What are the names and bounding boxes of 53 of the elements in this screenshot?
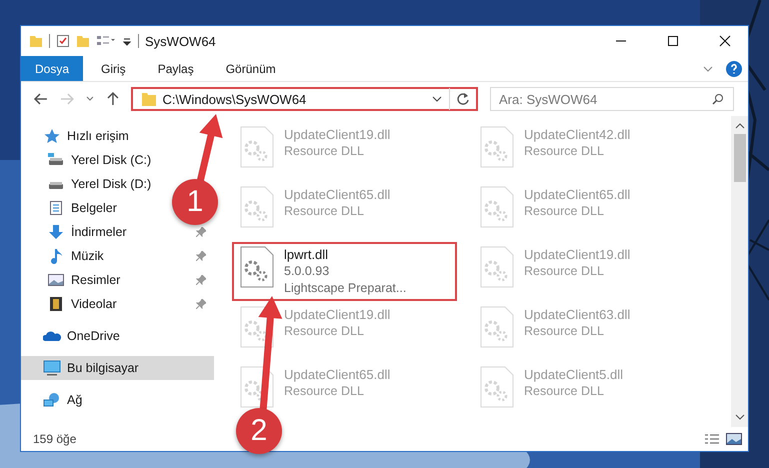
nav-label: İndirmeler	[71, 225, 127, 239]
file-name: UpdateClient65.dll	[284, 186, 390, 203]
file-name: UpdateClient63.dll	[524, 306, 630, 323]
file-detail: Resource DLL	[524, 143, 605, 160]
file-detail: Lightscape Preparat...	[284, 280, 406, 297]
nav-item[interactable]: Belgeler	[21, 196, 123, 220]
search-field[interactable]: Ara: SysWOW64	[490, 87, 734, 111]
file-detail: Resource DLL	[524, 203, 605, 220]
nav-item[interactable]: OneDrive	[21, 324, 126, 348]
file-name: lpwrt.dll	[284, 246, 330, 263]
nav-item[interactable]: Ağ	[21, 388, 88, 412]
nav-label: Belgeler	[71, 201, 117, 215]
window-title: SysWOW64	[145, 34, 216, 48]
ribbon-tab[interactable]: Paylaş	[144, 56, 208, 81]
nav-label: Yerel Disk (C:)	[71, 153, 152, 167]
address-path: C:\Windows\SysWOW64	[162, 92, 308, 106]
nav-label: Yerel Disk (D:)	[71, 177, 152, 191]
file-name: UpdateClient19.dll	[284, 126, 390, 143]
file-detail: Resource DLL	[524, 263, 605, 280]
nav-item[interactable]: Yerel Disk (D:)	[21, 172, 158, 196]
file-detail: Resource DLL	[284, 323, 365, 340]
file-detail: 5.0.0.93	[284, 263, 330, 280]
nav-label: Müzik	[71, 249, 104, 263]
ribbon-tab[interactable]: Giriş	[87, 56, 140, 81]
nav-item[interactable]: Müzik	[21, 244, 110, 268]
nav-label: Bu bilgisayar	[67, 361, 139, 375]
file-detail: Resource DLL	[284, 383, 365, 400]
file-detail: Resource DLL	[284, 143, 365, 160]
nav-label: Resimler	[71, 273, 120, 287]
nav-item[interactable]: Hızlı erişim	[21, 124, 135, 148]
nav-label: Videolar	[71, 297, 117, 311]
file-name: UpdateClient65.dll	[284, 366, 390, 383]
nav-item[interactable]: İndirmeler	[21, 220, 133, 244]
ribbon-tab[interactable]: Dosya	[21, 56, 84, 81]
file-name: UpdateClient42.dll	[524, 126, 630, 143]
file-name: UpdateClient65.dll	[524, 186, 630, 203]
address-bar[interactable]: C:\Windows\SysWOW64	[130, 87, 478, 111]
file-name: UpdateClient19.dll	[524, 246, 630, 263]
file-detail: Resource DLL	[524, 383, 605, 400]
nav-item[interactable]: Bu bilgisayar	[21, 356, 214, 380]
nav-label: OneDrive	[67, 329, 120, 343]
file-detail: Resource DLL	[284, 203, 365, 220]
nav-item[interactable]: Yerel Disk (C:)	[21, 148, 158, 172]
file-item[interactable]: lpwrt.dll 5.0.0.93 Lightscape Preparat...	[232, 242, 457, 301]
file-name: UpdateClient5.dll	[524, 366, 624, 383]
nav-item[interactable]: Videolar	[21, 292, 123, 316]
ribbon-tab[interactable]: Görünüm	[212, 56, 290, 81]
item-count: 159 öğe	[33, 432, 76, 446]
file-name: UpdateClient19.dll	[284, 306, 390, 323]
nav-label: Hızlı erişim	[67, 129, 129, 143]
file-detail: Resource DLL	[524, 323, 605, 340]
nav-item[interactable]: Resimler	[21, 268, 126, 292]
nav-label: Ağ	[67, 393, 82, 407]
